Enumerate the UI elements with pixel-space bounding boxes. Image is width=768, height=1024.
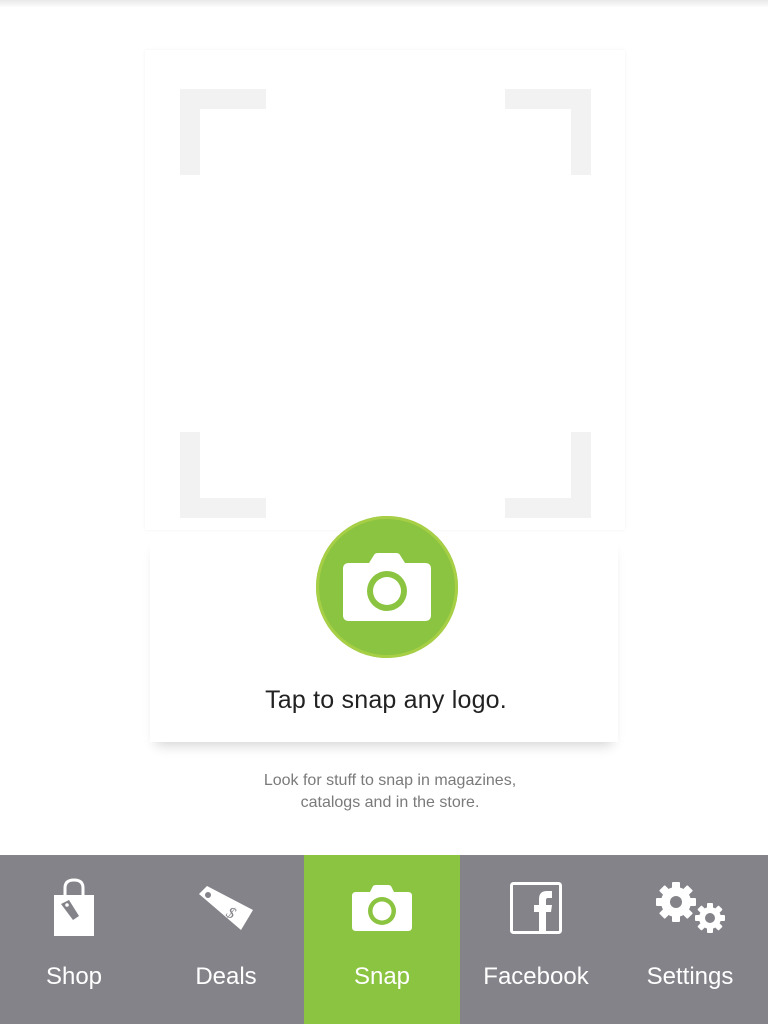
snap-hint: Look for stuff to snap in magazines, cat…: [200, 770, 580, 814]
camera-icon: [343, 553, 431, 621]
viewfinder-corner-top-right: [505, 89, 591, 175]
tab-shop-label: Shop: [45, 963, 103, 990]
shopping-bag-icon: [52, 877, 96, 939]
snap-hint-line-2: catalogs and in the store.: [300, 794, 480, 811]
tab-deals[interactable]: $ Deals: [148, 855, 304, 1024]
viewfinder-corner-bottom-left: [180, 432, 266, 518]
tab-settings[interactable]: Settings: [612, 855, 768, 1024]
tab-snap[interactable]: Snap: [304, 855, 460, 1024]
snap-hint-line-1: Look for stuff to snap in magazines,: [263, 772, 517, 789]
camera-icon: [352, 877, 412, 939]
status-bar-shade: [0, 0, 768, 8]
tap-instruction: Tap to snap any logo.: [265, 686, 507, 714]
tab-snap-label: Snap: [353, 963, 411, 990]
tab-deals-label: Deals: [195, 963, 257, 990]
tab-shop[interactable]: Shop: [0, 855, 148, 1024]
viewfinder: [145, 50, 625, 530]
tab-facebook-label: Facebook: [483, 963, 589, 990]
tab-bar: Shop $ Deals Snap Facebook Settings: [0, 855, 768, 1024]
tab-settings-label: Settings: [646, 963, 734, 990]
tab-facebook[interactable]: Facebook: [460, 855, 612, 1024]
viewfinder-corner-bottom-right: [505, 432, 591, 518]
snap-camera-button[interactable]: [316, 516, 458, 658]
viewfinder-corner-top-left: [180, 89, 266, 175]
snap-screen: Tap to snap any logo. Look for stuff to …: [0, 0, 768, 1024]
facebook-icon: [510, 877, 562, 939]
price-tag-icon: $: [197, 877, 255, 939]
gears-icon: [652, 877, 728, 939]
